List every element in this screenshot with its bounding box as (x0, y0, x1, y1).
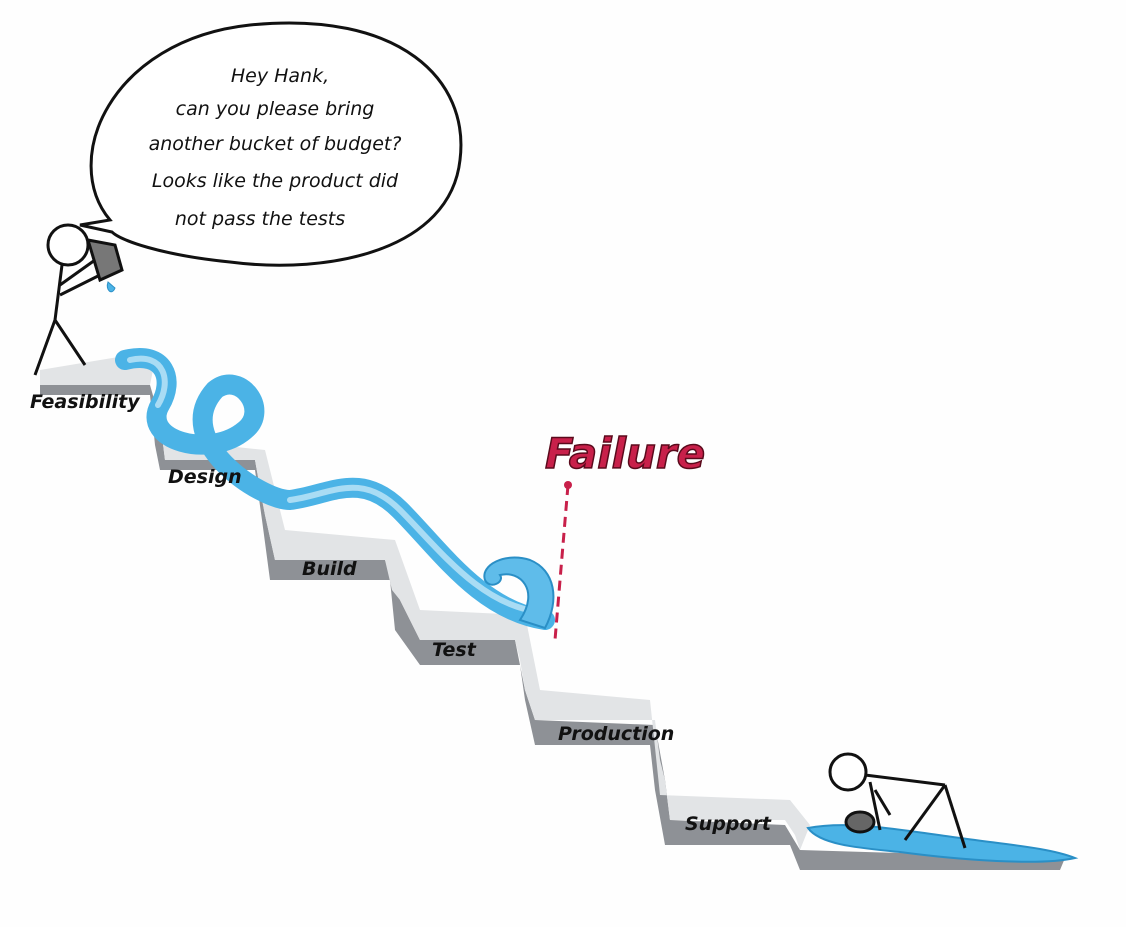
failure-label: Failure (545, 429, 705, 478)
stage-label-build: Build (302, 558, 357, 580)
stick-figure-pouring (33, 223, 124, 376)
stage-label-test: Test (432, 639, 477, 661)
speech-line: not pass the tests (175, 208, 345, 230)
stage-label-production: Production (558, 723, 674, 745)
speech-line: can you please bring (176, 98, 375, 120)
failure-marker-dot (564, 481, 572, 489)
illustration: Failure Hey Hank, can you please bring a… (30, 21, 1079, 870)
failure-marker-line (553, 484, 570, 641)
waterfall-cartoon: Failure Hey Hank, can you please bring a… (0, 0, 1126, 927)
speech-line: Hey Hank, (231, 65, 329, 87)
stage-label-design: Design (168, 466, 242, 488)
speech-line: another bucket of budget? (149, 133, 402, 155)
stage-label-feasibility: Feasibility (30, 391, 141, 413)
speech-line: Looks like the product did (152, 170, 399, 192)
stage-label-support: Support (685, 813, 772, 835)
